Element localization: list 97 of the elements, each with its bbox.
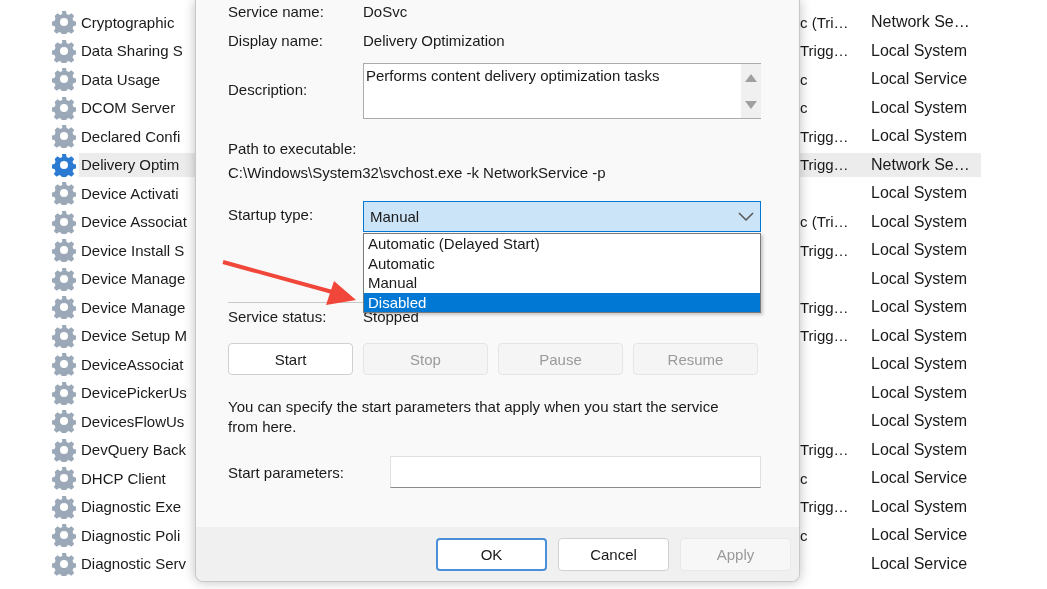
gear-icon (52, 466, 76, 491)
service-name[interactable]: DeviceAssociat (79, 352, 195, 377)
gear-icon (52, 295, 76, 320)
startup-type-cell-text: c (800, 468, 809, 489)
chevron-down-icon (738, 211, 754, 222)
startup-type-cell-text: c (800, 525, 809, 546)
log-on-cell-text: Local System (871, 240, 969, 261)
log-on-cell-text: Local System (871, 411, 969, 432)
startup-type-cell-text: c (800, 98, 809, 119)
log-on-cell-text: Network Se… (871, 12, 971, 33)
service-name[interactable]: Device Install S (79, 238, 195, 263)
service-name[interactable]: Diagnostic Exe (79, 494, 195, 519)
field-label: Service status: (228, 307, 328, 325)
field-label: Path to executable: (228, 139, 357, 157)
dialog-button[interactable]: OK (436, 537, 547, 571)
startup-type-cell-text: Trigg… (800, 326, 850, 347)
log-on-cell-text: Local Service (871, 553, 969, 574)
gear-icon (52, 494, 76, 519)
gear-icon (52, 209, 76, 234)
service-name[interactable]: DevicePickerUs (79, 380, 195, 405)
field-value: DoSvc (363, 2, 408, 20)
gear-icon (52, 124, 76, 149)
log-on-cell-text: Local System (871, 496, 969, 517)
field-value: Delivery Optimization (363, 31, 505, 49)
log-on-cell-text: Local System (871, 268, 969, 289)
service-name[interactable]: Cryptographic (79, 10, 195, 35)
startup-type-cell-text: Trigg… (800, 240, 850, 261)
gear-icon (52, 238, 76, 263)
log-on-cell-text: Local System (871, 297, 969, 318)
gear-icon (52, 551, 76, 576)
log-on-cell-text: Local System (871, 97, 969, 118)
gear-icon (52, 352, 76, 377)
service-name[interactable]: Device Manage (79, 266, 195, 291)
log-on-cell: Network Se… (871, 152, 981, 177)
log-on-cell-text: Local System (871, 439, 969, 460)
gear-icon (52, 523, 76, 548)
service-name[interactable]: Device Activati (79, 181, 195, 206)
gear-icon (52, 10, 76, 35)
dropdown-option[interactable]: Automatic (Delayed Start) (364, 234, 760, 254)
gear-icon (52, 95, 76, 120)
startup-type-cell-text: Trigg… (800, 41, 850, 62)
gear-icon (52, 181, 76, 206)
scroll-down-icon[interactable] (745, 100, 757, 109)
service-name[interactable]: Diagnostic Poli (79, 523, 195, 548)
start-parameters-field[interactable] (390, 456, 761, 488)
log-on-cell-text: Local System (871, 325, 969, 346)
dropdown-option[interactable]: Disabled (364, 292, 760, 312)
dropdown-option[interactable]: Manual (364, 273, 760, 293)
gear-icon (52, 67, 76, 92)
description-box[interactable]: Performs content delivery optimization tasks (363, 63, 761, 119)
field-label: Startup type: (228, 205, 315, 225)
gear-icon (52, 266, 76, 291)
gear-icon (52, 323, 76, 348)
startup-type-cell-text: c (Tri… (800, 212, 850, 233)
gear-icon (52, 152, 76, 177)
startup-type-cell-text: c (800, 69, 809, 90)
service-name[interactable]: DevicesFlowUs (79, 409, 195, 434)
service-name[interactable]: Data Sharing S (79, 38, 195, 63)
service-name[interactable]: Data Usage (79, 67, 195, 92)
log-on-cell-text: Local System (871, 126, 969, 147)
hint-text: You can specify the start parameters that apply when you start the service from here. (228, 397, 720, 437)
service-name[interactable]: Delivery Optim (79, 152, 195, 177)
service-name[interactable]: DCOM Server (79, 95, 195, 120)
startup-type-cell-text: Trigg… (800, 297, 850, 318)
log-on-cell-text: Local System (871, 354, 969, 375)
startup-type-cell-text: Trigg… (800, 440, 850, 461)
service-name[interactable]: Device Manage (79, 295, 195, 320)
field-label: Description: (228, 80, 309, 98)
log-on-cell-text: Local System (871, 40, 969, 61)
startup-type-cell-text: c (Tri… (800, 12, 850, 33)
service-name[interactable]: Declared Confi (79, 124, 195, 149)
dialog-button[interactable]: Cancel (558, 537, 669, 571)
log-on-cell-text: Local System (871, 183, 969, 204)
log-on-cell-text: Local Service (871, 468, 969, 489)
service-name[interactable]: DevQuery Back (79, 437, 195, 462)
gear-icon (52, 409, 76, 434)
log-on-cell-text: Local Service (871, 69, 969, 90)
gear-icon (52, 38, 76, 63)
log-on-cell-text: Local System (871, 211, 969, 232)
startup-type-cell-text: Trigg… (800, 497, 850, 518)
service-name[interactable]: Device Associat (79, 209, 195, 234)
startup-type-cell: Trigg… (800, 152, 871, 177)
scroll-up-icon[interactable] (745, 73, 757, 82)
gear-icon (52, 437, 76, 462)
field-label: Start parameters: (228, 463, 345, 481)
startup-type-cell-text: Trigg… (800, 126, 850, 147)
executable-path: C:\Windows\System32\svchost.exe -k NetworkService -p (228, 163, 606, 181)
dropdown-option[interactable]: Automatic (364, 253, 760, 273)
field-label: Display name: (228, 31, 325, 49)
log-on-cell-text: Local System (871, 382, 969, 403)
service-name[interactable]: Device Setup M (79, 323, 195, 348)
field-label: Service name: (228, 2, 325, 20)
log-on-cell-text: Local Service (871, 525, 969, 546)
gear-icon (52, 380, 76, 405)
service-name[interactable]: Diagnostic Serv (79, 551, 195, 576)
service-control-button[interactable]: Start (228, 343, 353, 375)
service-name[interactable]: DHCP Client (79, 466, 195, 491)
